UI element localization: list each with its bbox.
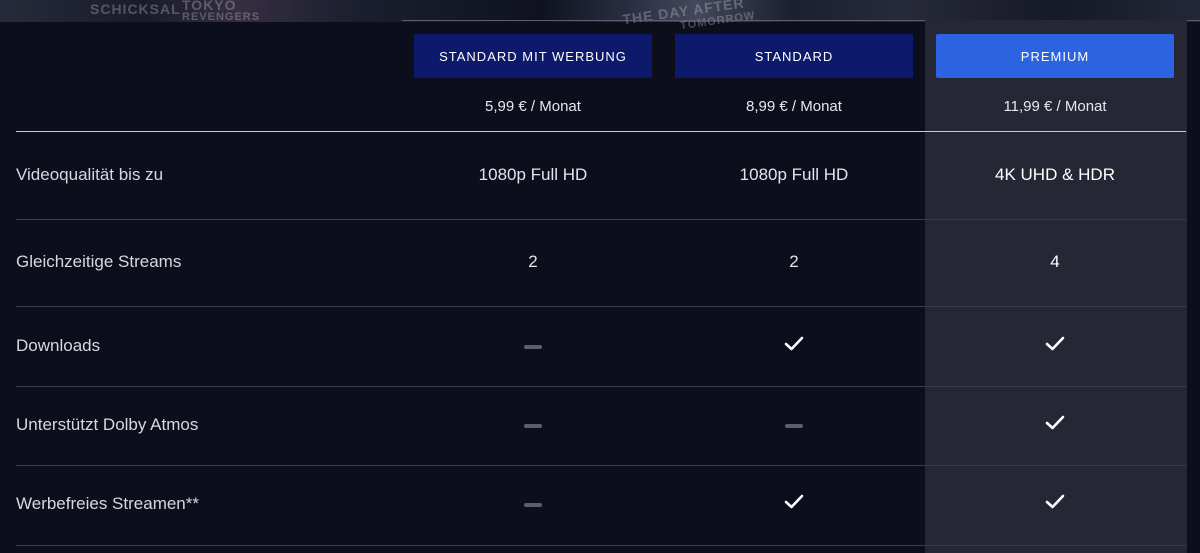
feature-value: 4K UHD & HDR [995,165,1115,184]
included-icon [936,493,1174,514]
plan-price: 8,99 € / Monat [746,98,842,115]
dash-icon [785,423,803,428]
included-icon [936,335,1174,356]
row-divider [16,545,1186,546]
plan-price: 5,99 € / Monat [485,98,581,115]
not-included-icon [675,415,913,435]
feature-label: Werbefreies Streamen** [16,494,199,513]
not-included-icon [414,336,652,356]
feature-label: Unterstützt Dolby Atmos [16,415,199,434]
feature-value: 1080p Full HD [739,165,849,184]
plan-button-standard-mit-werbung[interactable]: STANDARD MIT WERBUNG [414,34,652,78]
feature-value: 2 [789,252,799,271]
checkmark-icon [1045,494,1065,515]
checkmark-icon [784,336,804,357]
plan-button-standard[interactable]: STANDARD [675,34,913,78]
feature-label: Downloads [16,336,101,355]
checkmark-icon [784,494,804,515]
feature-value: 4 [1050,252,1060,271]
plan-price: 11,99 € / Monat [1003,98,1107,115]
feature-value: 2 [528,252,538,271]
checkmark-icon [1045,336,1065,357]
row-divider [16,465,1186,466]
included-icon [936,414,1174,435]
hero-poster-title: SCHICKSAL [90,1,181,17]
row-divider [16,306,1186,307]
dash-icon [524,423,542,428]
row-divider [16,386,1186,387]
not-included-icon [414,415,652,435]
plan-button-premium[interactable]: PREMIUM [936,34,1174,78]
included-icon [675,493,913,514]
feature-label: Gleichzeitige Streams [16,252,182,271]
not-included-icon [414,494,652,514]
dash-icon [524,344,542,349]
feature-value: 1080p Full HD [478,165,588,184]
feature-label: Videoqualität bis zu [16,165,164,184]
checkmark-icon [1045,415,1065,436]
header-divider [16,131,1186,132]
hero-poster-title: REVENGERS [182,11,261,23]
included-icon [675,335,913,356]
hero-banner-strip: SCHICKSAL TOKYO REVENGERS THE DAY AFTER … [0,0,1200,32]
dash-icon [524,502,542,507]
row-divider [16,219,1186,220]
